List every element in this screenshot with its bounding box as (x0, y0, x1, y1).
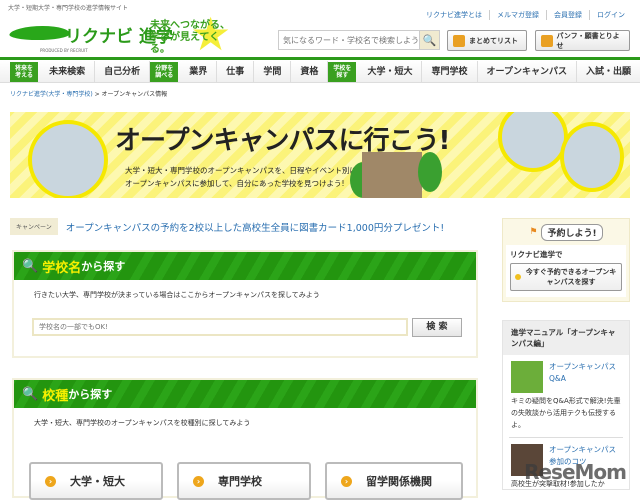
panel-title-rest: から探す (81, 260, 126, 273)
link-register[interactable]: 会員登録 (546, 10, 589, 20)
campaign: キャンペーン オープンキャンパスの予約を2校以上した高校生全員に図書カード1,0… (10, 218, 444, 235)
site-logo[interactable]: リクナビ 進学 PRODUCED BY RECRUIT (7, 20, 173, 55)
panel-header: 🔍 校種 から探す (14, 380, 476, 408)
nav-item[interactable]: 大学・短大 (358, 60, 423, 83)
type-study-abroad-button[interactable]: › 留学関係機関 (325, 462, 463, 500)
search-icon: 🔍 (22, 386, 39, 402)
hero-banner: オープンキャンパスに行こう! 大学・短大・専門学校のオープンキャンパスを、日程や… (10, 112, 630, 198)
flag-icon: ⚑ (529, 227, 538, 237)
nav-item[interactable]: 業界 (180, 60, 218, 83)
reserve-button[interactable]: 今すぐ予約できるオープンキャンパスを探す (510, 263, 622, 291)
gift-icon (541, 34, 553, 47)
article-item: オープンキャンパスQ&A (503, 355, 629, 393)
reserve-lead: リクナビ進学で (510, 250, 563, 259)
nav-item[interactable]: 専門学校 (422, 60, 478, 83)
resemom-watermark: ReseMom (524, 460, 627, 484)
panel-desc: 行きたい大学、専門学校が決まっている場合はここからオープンキャンパスを探してみよ… (34, 291, 320, 299)
nav-item[interactable]: 資格 (291, 60, 329, 83)
school-name-input[interactable] (32, 318, 408, 336)
breadcrumb-current: オープンキャンパス情報 (101, 91, 168, 98)
slogan: 未来へつながる、学びが見えてくる。 (150, 20, 230, 55)
breadcrumb: リクナビ進学(大学・専門学校) > オープンキャンパス情報 (10, 91, 168, 98)
campaign-label: キャンペーン (10, 218, 58, 235)
building-illustration (362, 152, 422, 198)
pamphlet-button[interactable]: パンフ・願書とりよせ (535, 30, 630, 51)
nav-tag-future: 将来を考える (10, 61, 39, 82)
nav-item[interactable]: 仕事 (217, 60, 255, 83)
type-search-panel: 🔍 校種 から探す 大学・短大、専門学校のオープンキャンパスを校種別に探してみよう … (12, 378, 478, 500)
nav-item[interactable]: 自己分析 (95, 60, 151, 83)
logo-sub: PRODUCED BY RECRUIT (40, 48, 88, 53)
article-link[interactable]: オープンキャンパスQ&A (549, 361, 621, 393)
search-icon: 🔍 (22, 258, 39, 274)
nav-item[interactable]: 未来検索 (40, 60, 96, 83)
link-mailmag[interactable]: メルマガ登録 (489, 10, 546, 20)
reserve-box: ⚑ 予約しよう! リクナビ進学で 今すぐ予約できるオープンキャンパスを探す (502, 218, 630, 302)
article-desc: キミの疑問をQ&A形式で解決!先輩の失敗談から活用テクも伝授するよ。 (509, 393, 623, 438)
arrow-icon: › (341, 475, 352, 487)
arrow-icon: › (193, 475, 204, 487)
nav-tag-field: 分野を調べる (150, 61, 179, 82)
name-search-panel: 🔍 学校名 から探す 行きたい大学、専門学校が決まっている場合はここからオープンキャ… (12, 250, 478, 358)
students-photo (28, 120, 108, 198)
list-icon (453, 34, 465, 47)
reserve-header: ⚑ 予約しよう! (503, 219, 629, 245)
school-search-button[interactable]: 検 索 (412, 318, 462, 337)
classroom-photo (560, 122, 624, 192)
panel-title-hl: 校種 (42, 388, 69, 404)
button-label: 専門学校 (218, 475, 262, 488)
panel-title-hl: 学校名 (42, 260, 82, 276)
site-tagline: 大学・短期大学・専門学校の進学情報サイト (8, 5, 129, 12)
nav-tag-school: 学校を探す (328, 61, 357, 82)
nav-item[interactable]: 学問 (254, 60, 292, 83)
list-button[interactable]: まとめてリスト (447, 30, 527, 51)
link-about[interactable]: リクナビ進学とは (419, 10, 489, 20)
student-photo (498, 112, 568, 172)
search-input[interactable] (279, 31, 419, 49)
panel-title-rest: から探す (68, 388, 113, 401)
nav-item[interactable]: 入試・出願 (577, 61, 640, 83)
pamphlet-button-label: パンフ・願書とりよせ (556, 31, 620, 50)
qa-thumbnail (511, 361, 543, 393)
type-vocational-button[interactable]: › 専門学校 (177, 462, 311, 500)
nav-item[interactable]: オープンキャンパス (478, 60, 577, 83)
link-login[interactable]: ログイン (589, 10, 632, 20)
campaign-link[interactable]: オープンキャンパスの予約を2校以上した高校生全員に図書カード1,000円分プレゼ… (66, 220, 444, 234)
panel-desc: 大学・短大、専門学校のオープンキャンパスを校種別に探してみよう (34, 419, 251, 427)
reserve-inner: リクナビ進学で 今すぐ予約できるオープンキャンパスを探す (506, 245, 626, 297)
tree-illustration (418, 152, 442, 192)
breadcrumb-home[interactable]: リクナビ進学(大学・専門学校) (10, 91, 93, 98)
type-university-button[interactable]: › 大学・短大 (29, 462, 163, 500)
logo-swoosh (7, 26, 73, 40)
manual-title: 進学マニュアル「オープンキャンパス編」 (503, 321, 629, 355)
arrow-icon: › (45, 475, 56, 487)
site-search: 🔍 (278, 30, 440, 50)
reserve-title: 予約しよう! (541, 223, 603, 241)
panel-header: 🔍 学校名 から探す (14, 252, 476, 280)
list-button-label: まとめてリスト (469, 36, 518, 45)
button-label: 大学・短大 (70, 475, 125, 488)
main-nav: 将来を考える 未来検索 自己分析 分野を調べる 業界 仕事 学問 資格 学校を探… (0, 60, 640, 83)
search-icon[interactable]: 🔍 (419, 31, 439, 49)
button-label: 留学関係機関 (366, 475, 432, 488)
header-links: リクナビ進学とは メルマガ登録 会員登録 ログイン (419, 10, 632, 20)
